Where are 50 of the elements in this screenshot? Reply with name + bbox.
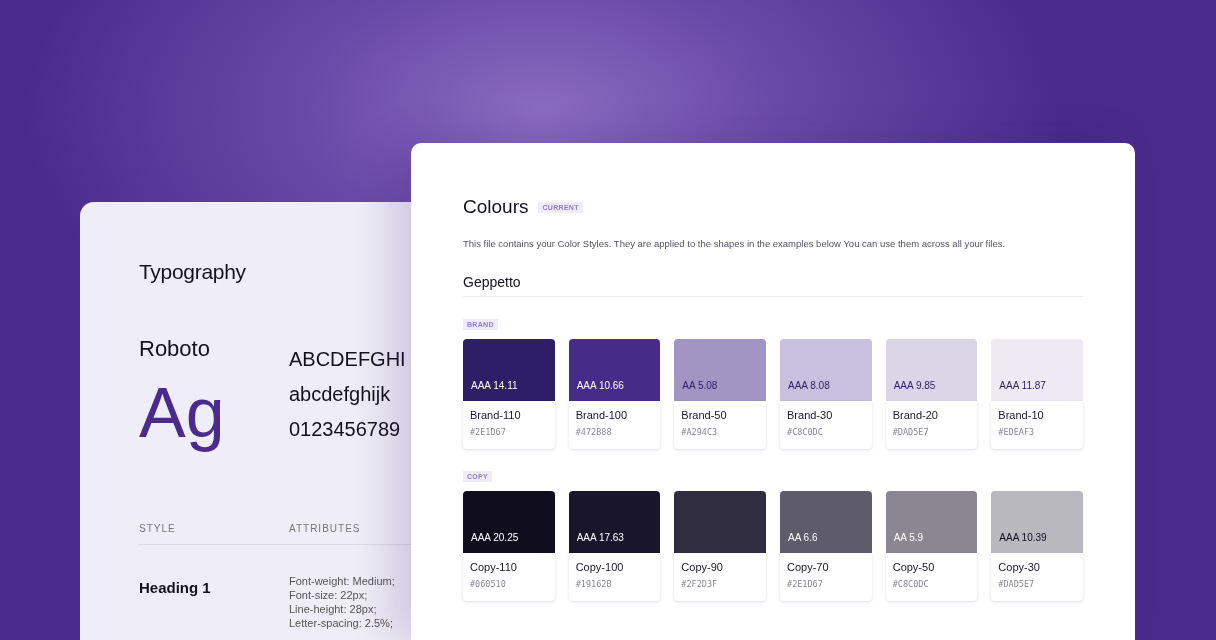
hex-code: #C8C0DC bbox=[787, 427, 824, 437]
font-name: Roboto bbox=[139, 336, 211, 362]
swatch-name: Brand-20 bbox=[892, 409, 939, 421]
column-header: STYLE bbox=[139, 523, 177, 534]
hex-code: #472B88 bbox=[575, 427, 613, 437]
column-header: ATTRIBUTES bbox=[289, 523, 361, 534]
contrast-rating: AA 5.08 bbox=[682, 380, 718, 391]
swatch-name: Copy-90 bbox=[681, 561, 724, 573]
hex-code: #19162B bbox=[575, 579, 613, 589]
card-title: Colours bbox=[463, 196, 529, 218]
contrast-rating: AAA 10.66 bbox=[576, 380, 624, 391]
contrast-rating: AAA 14.11 bbox=[471, 380, 518, 391]
hex-code: #2F2D3F bbox=[681, 579, 719, 589]
hex-code: #060510 bbox=[470, 579, 507, 589]
hex-code: #DAD5E7 bbox=[998, 579, 1036, 589]
contrast-rating: AAA 11.87 bbox=[999, 380, 1046, 391]
contrast-rating: AAA 17.63 bbox=[576, 532, 624, 543]
card-title: Typography bbox=[139, 260, 247, 284]
contrast-rating: AAA 10.39 bbox=[999, 532, 1047, 543]
contrast-rating: AA 5.9 bbox=[893, 532, 924, 543]
swatch-name: Copy-30 bbox=[998, 561, 1041, 573]
swatch-name: Copy-110 bbox=[470, 561, 518, 573]
swatch-name: Brand-50 bbox=[681, 409, 728, 421]
contrast-rating: AAA 9.85 bbox=[893, 380, 936, 391]
style-name: Heading 1 bbox=[139, 579, 212, 598]
specimen-text: abcdefghijk bbox=[289, 383, 392, 406]
hex-code: #2E1D67 bbox=[470, 427, 507, 437]
specimen-text: ABCDEFGHI bbox=[289, 348, 406, 371]
swatch-name: Copy-50 bbox=[892, 561, 936, 573]
contrast-rating: AAA 8.08 bbox=[788, 380, 830, 391]
attribute-text: Line-height: 28px; bbox=[289, 603, 378, 615]
hex-code: #2E1D67 bbox=[787, 579, 824, 589]
specimen-text: 0123456789 bbox=[289, 418, 402, 441]
attribute-text: Font-size: 22px; bbox=[289, 589, 369, 601]
contrast-rating: AAA 20.25 bbox=[471, 532, 519, 543]
swatch-name: Brand-110 bbox=[470, 409, 522, 421]
swatch-name: Brand-30 bbox=[787, 409, 834, 421]
attribute-text: Font-weight: Medium; bbox=[289, 575, 395, 587]
hex-code: #DAD5E7 bbox=[892, 427, 930, 437]
hex-code: #C8C0DC bbox=[892, 579, 930, 589]
swatch-name: Brand-10 bbox=[998, 409, 1045, 421]
description-text: This file contains your Color Styles. They are applied to the shapes in the examples below You can use them across all your files. bbox=[463, 238, 1007, 249]
section-title: Geppetto bbox=[463, 274, 1083, 297]
contrast-rating: AA 6.6 bbox=[788, 532, 818, 543]
hex-code: #EDEAF3 bbox=[998, 427, 1036, 437]
swatch-name: Brand-100 bbox=[575, 409, 629, 421]
swatch-name: Copy-70 bbox=[787, 561, 830, 573]
swatch-name: Copy-100 bbox=[575, 561, 625, 573]
hex-code: #A294C3 bbox=[681, 427, 719, 437]
attribute-text: Letter-spacing: 2.5%; bbox=[289, 617, 394, 629]
